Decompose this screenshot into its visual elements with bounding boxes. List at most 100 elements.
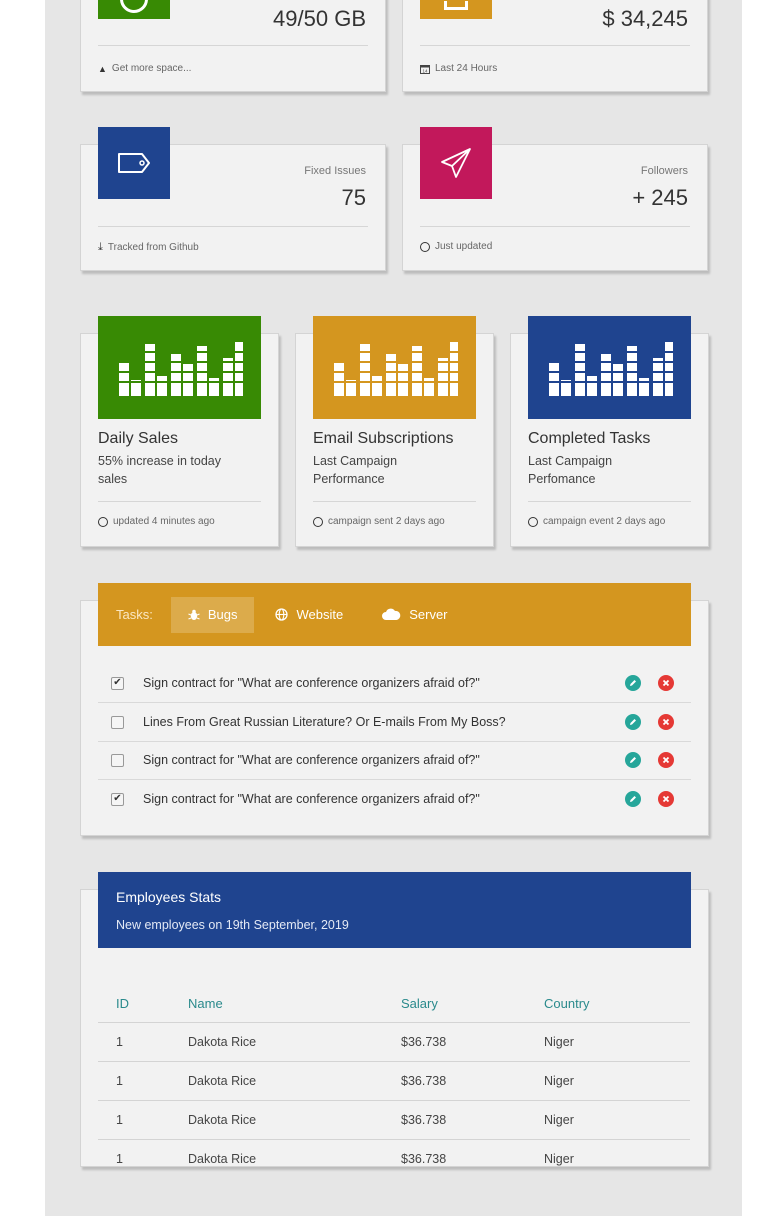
tasks-header: Tasks: Bugs Website Server [98,583,691,646]
globe-icon [275,608,289,621]
table-row: 1 Dakota Rice $36.738 Niger [98,1022,690,1062]
followers-value: + 245 [632,185,688,210]
task-row: ✔ Sign contract for "What are conference… [98,664,691,703]
clock-icon [528,516,538,527]
fixed-issues-label: Fixed Issues [304,165,366,177]
task-checkbox[interactable]: ✔ [111,676,124,690]
followers-footer-text: Just updated [435,241,493,252]
column-header[interactable]: Country [543,984,690,1023]
completed-tasks-divider [528,501,691,502]
edit-task-button[interactable] [625,791,641,807]
task-checkbox[interactable] [111,753,124,767]
email-subscriptions-title: Email Subscriptions [313,430,454,447]
task-checkbox[interactable]: ✔ [111,792,124,806]
storage-icon [120,0,148,13]
edit-task-button[interactable] [625,714,641,730]
revenue-stat-card: $ 34,245 14 Last 24 Hours [402,0,708,92]
revenue-footer: 14 Last 24 Hours [420,63,497,74]
warning-icon: ▲ [98,63,107,74]
cell-id: 1 [98,1022,187,1062]
completed-tasks-chart [528,316,691,419]
completed-tasks-footer-text: campaign event 2 days ago [543,516,666,527]
employees-subtitle: New employees on 19th September, 2019 [116,918,349,932]
daily-sales-card: Daily Sales 55% increase in today sales … [80,316,279,547]
email-subscriptions-card: Email Subscriptions Last Campaign Perfor… [295,316,494,547]
table-row: 1 Dakota Rice $36.738 Niger [98,1140,690,1179]
edit-task-button[interactable] [625,752,641,768]
cloud-icon [382,608,401,620]
column-header[interactable]: Salary [400,984,543,1023]
cell-name: Dakota Rice [187,1100,400,1140]
daily-sales-chart [98,316,261,419]
cell-id: 1 [98,1061,187,1101]
task-text: Sign contract for "What are conference o… [143,676,480,690]
table-row: 1 Dakota Rice $36.738 Niger [98,1100,690,1140]
tab-server-label: Server [409,607,448,622]
table-header-row: ID Name Salary Country [98,984,690,1023]
storage-footer[interactable]: ▲ Get more space... [98,63,191,74]
email-subscriptions-chart [313,316,476,419]
calendar-icon: 14 [420,64,430,74]
employees-header: Employees Stats New employees on 19th Se… [98,872,691,948]
tag-icon [118,153,150,173]
store-icon [444,0,468,10]
storage-divider [98,45,368,46]
task-row: Lines From Great Russian Literature? Or … [98,703,691,742]
followers-label: Followers [640,165,688,177]
daily-sales-footer-text: updated 4 minutes ago [113,516,215,527]
tab-bugs[interactable]: Bugs [170,596,255,633]
cell-salary: $36.738 [400,1100,543,1140]
tab-website[interactable]: Website [258,597,360,633]
storage-stat-card: 49/50 GB ▲ Get more space... [80,0,386,92]
daily-sales-footer: updated 4 minutes ago [98,516,215,527]
tasks-card: Tasks: Bugs Website Server ✔ Sign contra… [80,583,709,836]
task-text: Sign contract for "What are conference o… [143,792,480,806]
completed-tasks-subtitle: Last Campaign Perfomance [528,454,613,486]
fixed-issues-footer[interactable]: ⤓ Tracked from Github [98,241,199,254]
revenue-divider [420,45,690,46]
cell-salary: $36.738 [400,1061,543,1101]
cell-country: Niger [544,1152,574,1166]
cell-id: 1 [116,1152,123,1166]
bug-icon [188,609,200,620]
fixed-issues-card: Fixed Issues 75 ⤓ Tracked from Github [80,127,386,271]
bar-chart-icon [544,341,675,396]
clock-icon [98,516,108,527]
clock-icon [420,241,430,252]
tasks-caption: Tasks: [116,607,153,622]
clock-icon [313,516,323,527]
followers-card: Followers + 245 Just updated [402,127,708,271]
task-row: Sign contract for "What are conference o… [98,741,691,780]
pencil-icon [630,757,636,763]
employees-card: Employees Stats New employees on 19th Se… [80,872,709,1167]
cell-salary: $36.738 [400,1022,543,1062]
tab-server[interactable]: Server [364,597,464,633]
bar-chart-icon [114,341,245,396]
tab-bugs-label: Bugs [207,607,238,622]
employees-table: ID Name Salary Country 1 Dakota Rice $36… [98,984,690,1178]
task-checkbox[interactable] [111,715,124,729]
cell-salary: $36.738 [401,1152,447,1166]
fixed-issues-icon-box [98,127,170,199]
followers-divider [420,226,690,227]
storage-value: 49/50 GB [273,6,366,31]
remove-task-button[interactable] [658,675,674,691]
column-header[interactable]: Name [187,984,400,1023]
daily-sales-title: Daily Sales [98,430,179,447]
close-icon [662,795,670,803]
remove-task-button[interactable] [658,791,674,807]
pencil-icon [630,796,636,802]
pencil-icon [630,680,636,686]
email-subscriptions-subtitle: Last Campaign Performance [313,454,398,486]
cell-country: Niger [543,1100,690,1140]
email-subscriptions-divider [313,501,476,502]
edit-task-button[interactable] [625,675,641,691]
column-header[interactable]: ID [98,984,187,1023]
completed-tasks-card: Completed Tasks Last Campaign Perfomance… [510,316,709,547]
remove-task-button[interactable] [658,714,674,730]
remove-task-button[interactable] [658,752,674,768]
cell-id: 1 [98,1100,187,1140]
completed-tasks-title: Completed Tasks [528,430,651,447]
cell-name: Dakota Rice [187,1022,400,1062]
close-icon [662,756,670,764]
